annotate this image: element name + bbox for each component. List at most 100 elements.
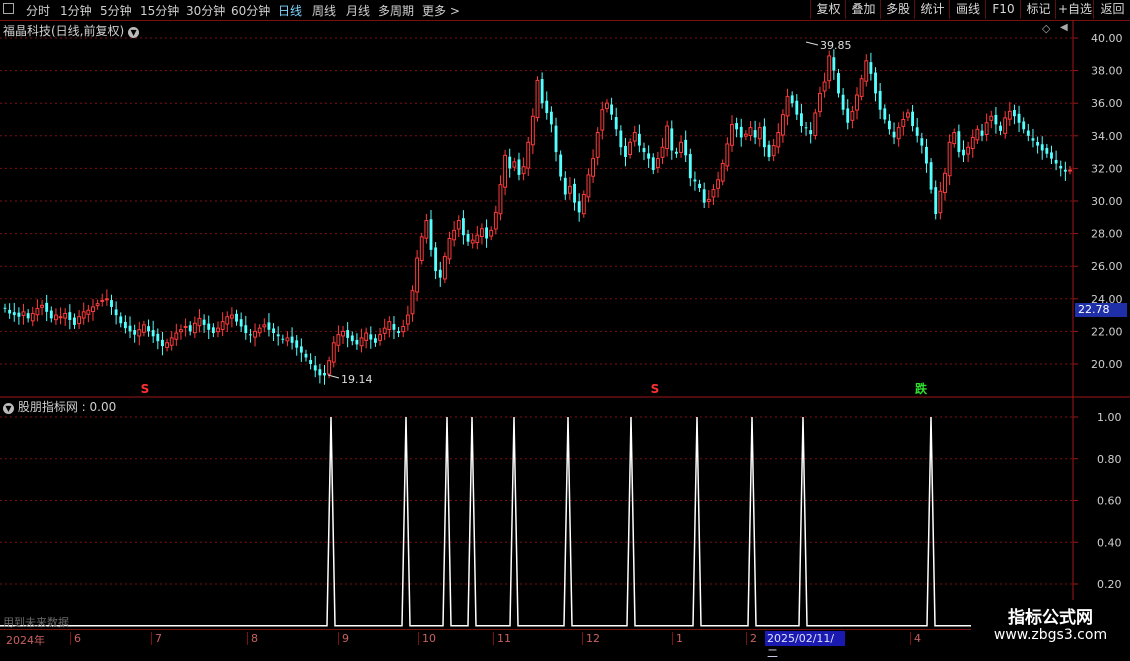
toolbar-button-4[interactable]: 画线: [949, 0, 986, 19]
high-price-label: 39.85: [820, 39, 852, 52]
candle-body: [165, 342, 170, 348]
toolbar-button-6[interactable]: 标记: [1020, 0, 1056, 19]
candle-body: [706, 198, 711, 202]
candle-body: [346, 330, 350, 338]
candle-body: [559, 154, 563, 177]
period-tab-5[interactable]: 60分钟: [231, 2, 270, 19]
candle-body: [748, 127, 753, 136]
candle-body: [73, 317, 76, 325]
top-toolbar: 分时 1分钟 5分钟 15分钟 30分钟 60分钟 日线 周线 月线 多周期 更多 > 复权 叠加 多股…: [0, 0, 1130, 21]
period-tab-0[interactable]: 分时: [26, 2, 50, 19]
current-price-badge: 22.78: [1075, 303, 1127, 317]
signal-marker: 跌: [915, 381, 928, 396]
candle-body: [110, 300, 113, 307]
candlestick-chart[interactable]: 40.00 38.00 36.00 34.00 32.00 30.00 28.00 26.00…: [0, 20, 1130, 398]
period-tab-8[interactable]: 月线: [346, 2, 370, 19]
future-data-note: 用到未来数据: [3, 616, 69, 629]
period-tab-10[interactable]: 更多 >: [422, 2, 460, 19]
candle-body: [832, 57, 836, 71]
candle-body: [573, 183, 576, 203]
candle-body: [757, 127, 762, 140]
period-tab-2[interactable]: 5分钟: [100, 2, 132, 19]
toolbar-button-0[interactable]: 复权: [810, 0, 846, 19]
candle-body: [133, 330, 137, 335]
candle-body: [331, 342, 336, 363]
candle-body: [586, 174, 591, 198]
candle-body: [878, 90, 882, 110]
price-axis-label: 32.00: [1091, 162, 1123, 175]
candle-body: [410, 290, 415, 315]
candle-body: [30, 312, 35, 322]
toolbar-button-7[interactable]: +自选: [1055, 0, 1094, 19]
candle-body: [197, 317, 202, 327]
period-tab-7[interactable]: 周线: [312, 2, 336, 19]
candle-body: [429, 219, 433, 250]
candle-body: [530, 115, 535, 146]
candle-body: [183, 326, 188, 329]
candle-body: [355, 339, 359, 345]
candle-body: [846, 108, 850, 123]
candle-body: [405, 314, 410, 325]
candle-body: [952, 132, 957, 145]
candle-body: [702, 189, 706, 203]
candle-body: [984, 122, 989, 135]
candle-body: [970, 136, 975, 150]
period-tab-4[interactable]: 30分钟: [186, 2, 225, 19]
candle-body: [49, 310, 53, 319]
candle-body: [323, 372, 326, 376]
candle-body: [887, 120, 891, 130]
candle-body: [605, 102, 609, 109]
candle-body: [35, 308, 40, 316]
indicator-line: [0, 416, 1073, 627]
candle-body: [290, 336, 294, 343]
candle-body: [545, 100, 549, 113]
candle-body: [45, 302, 49, 312]
candle-body: [392, 324, 396, 330]
time-axis-label: 9: [338, 632, 349, 645]
watermark-url: www.zbgs3.com: [993, 627, 1108, 643]
candle-body: [104, 298, 109, 301]
candle-body: [192, 322, 197, 334]
candle-body: [119, 316, 123, 324]
period-tab-3[interactable]: 15分钟: [140, 2, 179, 19]
toolbar-button-3[interactable]: 统计: [914, 0, 950, 19]
toolbar-button-1[interactable]: 叠加: [845, 0, 881, 19]
candle-body: [369, 334, 373, 340]
period-tab-9[interactable]: 多周期: [378, 2, 414, 19]
candle-body: [795, 100, 799, 115]
period-tab-6[interactable]: 日线: [278, 2, 302, 19]
candle-body: [466, 233, 470, 242]
candle-body: [785, 96, 790, 117]
candle-body: [855, 94, 859, 111]
candle-body: [341, 330, 345, 337]
candle-body: [235, 313, 238, 322]
candle-body: [628, 141, 633, 156]
candle-body: [804, 127, 808, 129]
candle-body: [822, 81, 827, 92]
toolbar-button-2[interactable]: 多股: [880, 0, 915, 19]
candle-body: [684, 139, 688, 156]
price-axis-label: 38.00: [1091, 65, 1123, 78]
window-menu-icon[interactable]: [3, 3, 14, 14]
candle-body: [503, 154, 508, 188]
candle-body: [1022, 121, 1026, 130]
candle-body: [577, 201, 581, 213]
candle-body: [624, 145, 627, 157]
candle-body: [151, 330, 155, 337]
candle-body: [188, 325, 192, 332]
toolbar-button-5[interactable]: F10: [985, 0, 1021, 19]
candle-body: [1050, 152, 1053, 159]
candle-body: [739, 126, 743, 138]
candle-body: [202, 319, 206, 325]
time-axis-label: 7: [151, 632, 162, 645]
candle-body: [327, 360, 332, 375]
candle-body: [780, 114, 785, 136]
candle-body: [95, 303, 100, 307]
period-tab-1[interactable]: 1分钟: [60, 2, 92, 19]
candle-body: [665, 125, 670, 150]
indicator-chart[interactable]: 1.00 0.80 0.60 0.40 0.20: [0, 396, 1130, 629]
candle-body: [401, 326, 406, 333]
candle-body: [156, 333, 160, 342]
toolbar-button-8[interactable]: 返回: [1093, 0, 1130, 19]
candle-body: [397, 331, 401, 334]
